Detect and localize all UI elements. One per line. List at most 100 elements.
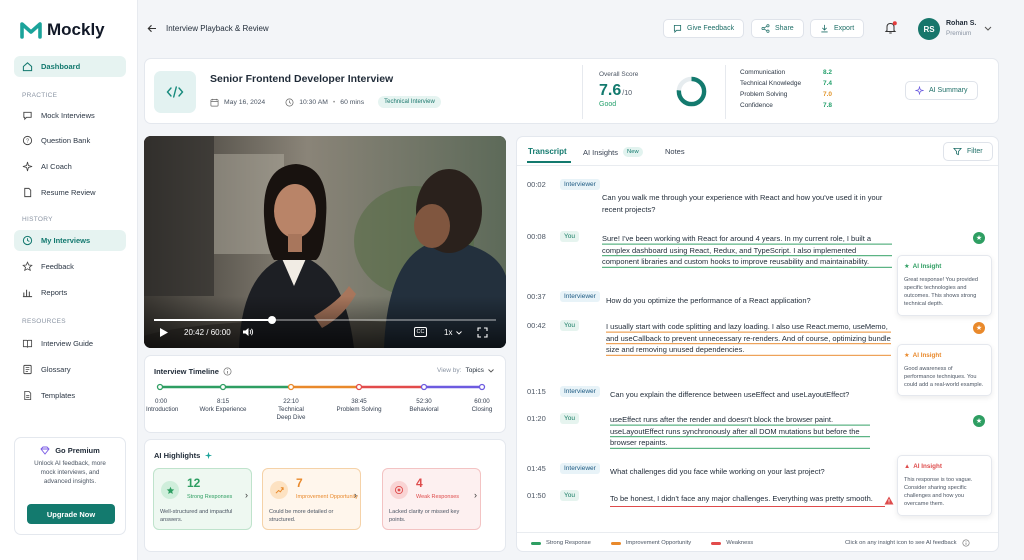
insight-text: Good awareness of performance techniques…: [904, 366, 984, 389]
legend-weak: Weakness: [711, 540, 753, 546]
star-icon: [161, 481, 179, 499]
avatar[interactable]: RS: [918, 18, 940, 40]
info-icon[interactable]: [223, 367, 232, 376]
legend-strong: Strong Response: [531, 540, 591, 546]
sparkle-icon: [22, 161, 33, 172]
premium-card: Go Premium Unlock AI feedback, more mock…: [14, 437, 126, 535]
view-by-select[interactable]: View by: Topics: [437, 367, 494, 374]
tab-ai-insights[interactable]: AI Insights New: [583, 147, 643, 157]
weak-responses-card[interactable]: 4 Weak Responses › Lacked clarity or mis…: [382, 468, 481, 530]
sidebar-item-label: Glossary: [41, 365, 71, 374]
export-button[interactable]: Export: [810, 19, 865, 38]
history-icon: [22, 235, 33, 246]
sidebar-item-resume-review[interactable]: Resume Review: [14, 182, 126, 203]
timeline-mark[interactable]: 52:30 Behavioral: [404, 398, 444, 414]
strong-insight-icon[interactable]: ★: [973, 232, 985, 244]
star-icon: ★: [904, 263, 910, 270]
sidebar-item-glossary[interactable]: Glossary: [14, 359, 126, 380]
ai-insight-popover-improve: ★ AI Insight Good awareness of performanc…: [897, 344, 992, 397]
give-feedback-button[interactable]: Give Feedback: [663, 19, 745, 38]
trend-up-icon: [270, 481, 288, 499]
section-practice: PRACTICE: [22, 92, 58, 99]
score-rating: Good: [599, 101, 617, 108]
star-icon: [22, 261, 33, 272]
tab-transcript[interactable]: Transcript: [528, 147, 567, 156]
transcript-message-improve[interactable]: I usually start with code splitting and …: [606, 321, 891, 356]
transcript-message[interactable]: Can you explain the difference between u…: [610, 389, 910, 401]
info-icon[interactable]: [961, 539, 970, 547]
timeline-mark[interactable]: 8:15 Work Experience: [198, 398, 248, 414]
timeline-mark[interactable]: 22:10 Technical Deep Dive: [276, 398, 306, 421]
sidebar-item-dashboard[interactable]: Dashboard: [14, 56, 126, 77]
timeline-mark[interactable]: 0:00 Introduction: [146, 398, 178, 414]
timeline-mark[interactable]: 60:00 Closing: [467, 398, 497, 414]
code-icon: [166, 86, 184, 98]
share-button[interactable]: Share: [751, 19, 804, 38]
upgrade-button[interactable]: Upgrade Now: [27, 504, 115, 524]
strong-desc: Well-structured and impactful answers.: [160, 509, 233, 523]
sidebar-item-question-bank[interactable]: ? Question Bank: [14, 130, 126, 151]
timeline-track[interactable]: [145, 382, 507, 392]
score-max: /10: [622, 90, 632, 97]
back-arrow-icon[interactable]: [147, 24, 157, 33]
share-icon: [761, 24, 770, 33]
strong-count: 12: [187, 476, 201, 490]
star-icon: ★: [904, 352, 910, 359]
overall-score: 7.6: [599, 82, 622, 99]
speaker-badge: You: [560, 413, 579, 424]
filter-button[interactable]: Filter: [943, 142, 993, 161]
transcript-message[interactable]: How do you optimize the performance of a…: [606, 295, 906, 307]
strong-label: Strong Responses: [187, 494, 233, 500]
sidebar-item-label: AI Coach: [41, 162, 72, 171]
video-seek-track[interactable]: [154, 319, 496, 321]
improvement-insight-icon[interactable]: ★: [973, 322, 985, 334]
strong-insight-icon[interactable]: ★: [973, 415, 985, 427]
logo[interactable]: Mockly: [20, 20, 105, 40]
section-history: HISTORY: [22, 216, 53, 223]
transcript-message-weak[interactable]: To be honest, I didn't face any major ch…: [610, 493, 885, 507]
chevron-down-icon: [456, 330, 463, 335]
fullscreen-icon[interactable]: [477, 327, 488, 338]
insight-title: AI Insight: [913, 463, 942, 470]
play-icon[interactable]: [159, 327, 169, 338]
weak-count: 4: [416, 476, 423, 490]
weak-label: Weak Responses: [416, 494, 460, 500]
bell-icon[interactable]: [884, 21, 897, 35]
highlights-title: AI Highlights: [154, 451, 201, 460]
chat-icon: [23, 111, 32, 121]
video-seek-handle[interactable]: [267, 316, 276, 324]
give-feedback-label: Give Feedback: [687, 25, 735, 32]
volume-icon[interactable]: [242, 327, 254, 337]
bar-chart-icon: [22, 289, 33, 298]
improvement-card[interactable]: 7 Improvement Opportunity › Could be mor…: [262, 468, 361, 530]
transcript-message[interactable]: What challenges did you face while worki…: [610, 466, 910, 478]
captions-icon[interactable]: CC: [414, 327, 427, 337]
sidebar-item-templates[interactable]: Templates: [14, 385, 126, 406]
transcript-message-strong[interactable]: Sure! I've been working with React for a…: [602, 233, 892, 268]
playback-speed[interactable]: 1x: [444, 328, 463, 337]
weak-desc: Lacked clarity or missed key points.: [389, 509, 460, 523]
timeline-mark[interactable]: 38:45 Problem Solving: [335, 398, 383, 414]
strong-responses-card[interactable]: 12 Strong Responses › Well-structured an…: [153, 468, 252, 530]
entry-time: 00:02: [527, 180, 546, 189]
warning-icon[interactable]: [884, 496, 894, 505]
legend-improve: Improvement Opportunity: [610, 540, 691, 546]
sidebar-item-label: Templates: [41, 391, 76, 400]
sidebar-item-feedback[interactable]: Feedback: [14, 256, 126, 277]
entry-time: 00:08: [527, 232, 546, 241]
sidebar-item-ai-coach[interactable]: AI Coach: [14, 156, 126, 177]
sidebar-item-mock-interviews[interactable]: Mock Interviews: [14, 105, 126, 126]
transcript-message[interactable]: Can you walk me through your experience …: [602, 192, 902, 215]
ai-summary-button[interactable]: AI Summary: [905, 81, 978, 100]
sidebar-item-my-interviews[interactable]: My Interviews: [14, 230, 126, 251]
video-player[interactable]: 20:42 / 60:00 CC 1x: [144, 136, 506, 348]
entry-time: 00:37: [527, 292, 546, 301]
sidebar-item-interview-guide[interactable]: Interview Guide: [14, 333, 126, 354]
user-name: Rohan S.: [946, 20, 977, 27]
target-icon: [390, 481, 408, 499]
chevron-down-icon[interactable]: [984, 26, 992, 31]
tab-notes[interactable]: Notes: [665, 147, 685, 156]
transcript-message-strong[interactable]: useEffect runs after the render and does…: [610, 414, 870, 449]
sidebar-item-reports[interactable]: Reports: [14, 282, 126, 303]
mockly-logo-icon: [20, 22, 42, 39]
